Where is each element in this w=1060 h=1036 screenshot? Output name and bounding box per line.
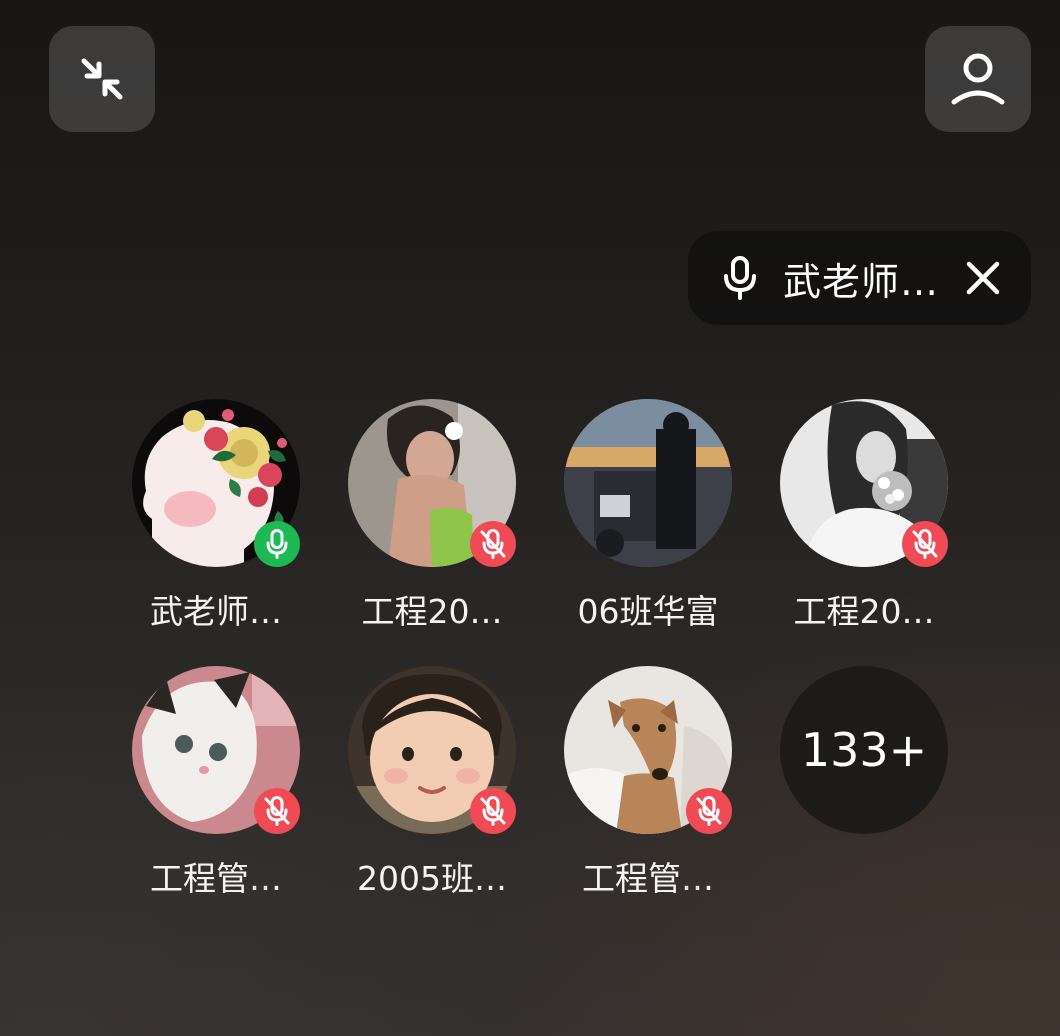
- mic-muted-icon: [696, 796, 722, 826]
- profile-button[interactable]: [925, 26, 1031, 132]
- mic-muted-badge: [902, 521, 948, 567]
- mic-muted-badge: [686, 788, 732, 834]
- collapse-arrows-icon: [81, 58, 123, 100]
- microphone-icon: [724, 256, 756, 300]
- microphone-icon: [266, 529, 288, 559]
- mic-muted-badge: [470, 521, 516, 567]
- close-icon[interactable]: [965, 260, 1001, 296]
- member-name: 06班华富: [577, 592, 719, 631]
- member-name: 2005班…: [357, 859, 507, 898]
- mic-on-badge: [254, 521, 300, 567]
- member-name: 工程20…: [793, 592, 935, 631]
- avatar: [564, 399, 732, 567]
- more-members-count[interactable]: 133+: [780, 666, 948, 834]
- member-name: 工程管…: [582, 859, 714, 898]
- active-speaker-name: 武老师…: [783, 259, 940, 304]
- minimize-button[interactable]: [49, 26, 155, 132]
- mic-muted-icon: [480, 796, 506, 826]
- mic-muted-icon: [480, 529, 506, 559]
- member-name: 工程管…: [150, 859, 282, 898]
- active-speaker-pill[interactable]: 武老师…: [688, 231, 1031, 325]
- person-icon: [951, 53, 1005, 105]
- mic-muted-badge: [254, 788, 300, 834]
- mic-muted-badge: [470, 788, 516, 834]
- member-name: 武老师…: [150, 592, 282, 631]
- mic-muted-icon: [264, 796, 290, 826]
- member-name: 工程20…: [361, 592, 503, 631]
- mic-muted-icon: [912, 529, 938, 559]
